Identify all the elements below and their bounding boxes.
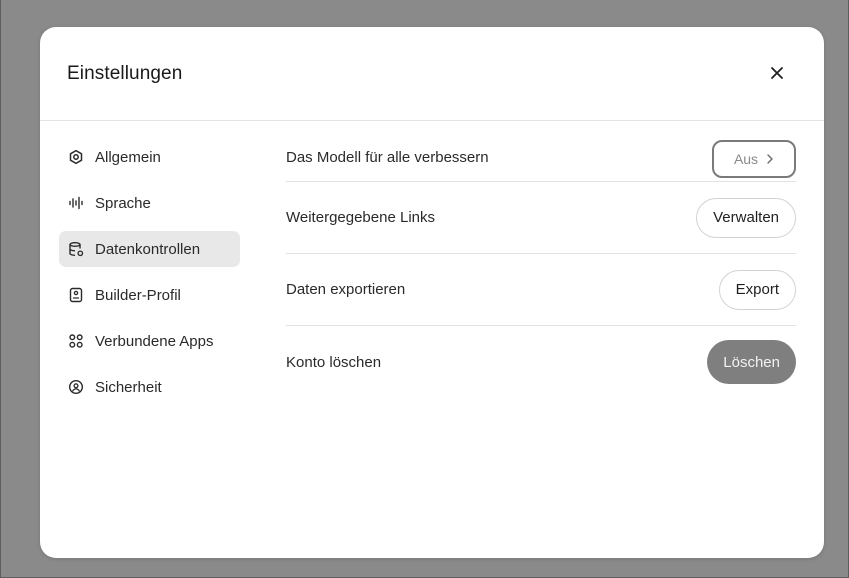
chevron-right-icon <box>766 151 774 167</box>
settings-sidebar: Allgemein Sprache Datenkontrollen Builde… <box>59 139 240 415</box>
setting-label: Konto löschen <box>286 353 382 371</box>
dialog-title: Einstellungen <box>67 63 183 84</box>
settings-dialog: Einstellungen Allgemein Sprache Datenkon… <box>40 27 824 558</box>
export-data-button[interactable]: Export <box>718 269 796 310</box>
improve-model-select[interactable]: Aus <box>712 140 796 178</box>
sidebar-item-verbundene-apps[interactable]: Verbundene Apps <box>59 323 240 359</box>
setting-row-delete-account: Konto löschen Löschen <box>286 326 796 398</box>
close-button[interactable] <box>762 60 792 90</box>
sidebar-item-builder-profil[interactable]: Builder-Profil <box>59 277 240 313</box>
manage-shared-links-button[interactable]: Verwalten <box>696 197 796 238</box>
apps-grid-icon <box>68 333 84 349</box>
sidebar-item-allgemein[interactable]: Allgemein <box>59 139 240 175</box>
setting-row-improve-model: Das Modell für alle verbessern Aus <box>286 135 796 182</box>
sidebar-item-label: Sicherheit <box>95 378 162 396</box>
close-icon <box>770 66 784 85</box>
dialog-header: Einstellungen <box>40 27 824 121</box>
setting-label: Weitergegebene Links <box>286 209 435 226</box>
setting-row-export-data: Daten exportieren Export <box>286 254 796 326</box>
sidebar-item-sicherheit[interactable]: Sicherheit <box>59 369 240 405</box>
setting-row-shared-links: Weitergegebene Links Verwalten <box>286 182 796 254</box>
gear-icon <box>68 149 84 165</box>
sidebar-item-label: Sprache <box>95 194 151 212</box>
id-card-icon <box>68 287 84 303</box>
settings-content: Das Modell für alle verbessern Aus Weite… <box>286 135 796 398</box>
sidebar-item-label: Verbundene Apps <box>95 332 214 350</box>
sidebar-item-sprache[interactable]: Sprache <box>59 185 240 221</box>
setting-label: Das Modell für alle verbessern <box>286 149 489 166</box>
select-value: Aus <box>733 151 759 167</box>
sidebar-item-label: Allgemein <box>95 148 161 166</box>
setting-label: Daten exportieren <box>286 281 406 298</box>
delete-account-button[interactable]: Löschen <box>707 340 796 384</box>
sidebar-item-label: Datenkontrollen <box>95 240 201 258</box>
database-settings-icon <box>68 241 84 257</box>
sidebar-item-label: Builder-Profil <box>95 286 181 304</box>
shield-user-icon <box>68 379 84 395</box>
sidebar-item-datenkontrollen[interactable]: Datenkontrollen <box>59 231 240 267</box>
audio-wave-icon <box>68 195 84 211</box>
